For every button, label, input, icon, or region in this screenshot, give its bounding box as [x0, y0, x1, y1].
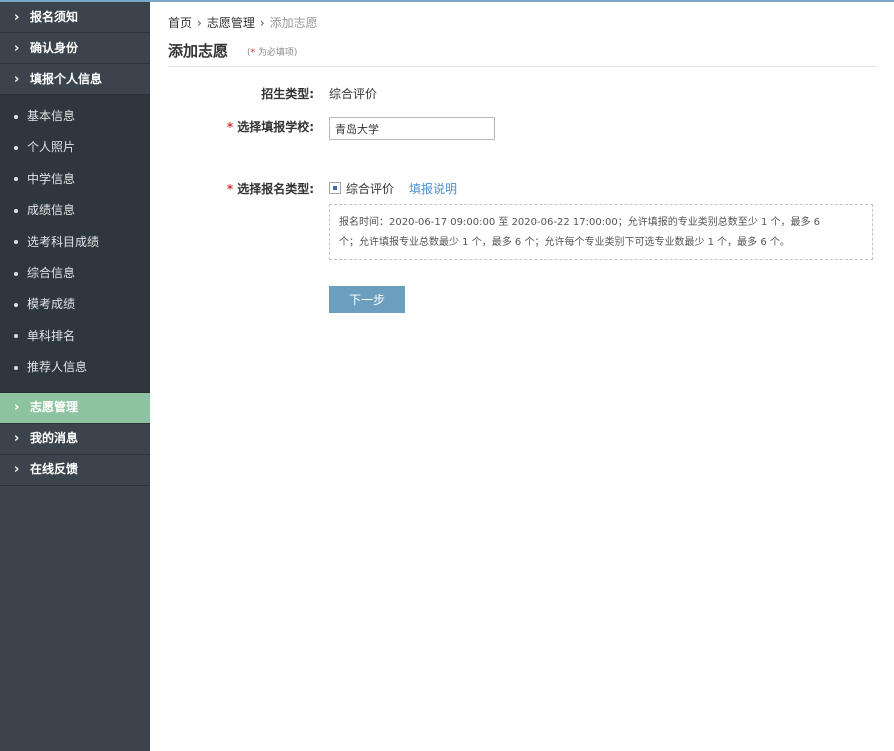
- main-content: 首页 › 志愿管理 › 添加志愿 添加志愿 (* 为必填项) 招生类型: 综合评价 * 选…: [150, 2, 894, 751]
- sidebar-subitem-label: 模考成绩: [27, 297, 76, 312]
- bullet-icon: [14, 146, 18, 151]
- bullet-icon: [14, 114, 18, 119]
- registration-notice-box: 报名时间：2020-06-17 09:00:00 至 2020-06-22 17…: [329, 204, 873, 260]
- sidebar: › 报名须知 › 确认身份 › 填报个人信息 基本信息 个人照片 中学信息 成绩…: [0, 2, 150, 751]
- chevron-right-icon: ›: [14, 462, 20, 478]
- page-title: 添加志愿: [168, 42, 229, 60]
- admission-type-label: 招生类型:: [261, 87, 314, 101]
- sidebar-subitem-comprehensive[interactable]: 综合信息: [0, 258, 150, 289]
- bullet-icon: [14, 271, 18, 276]
- sidebar-subitem-subject-rank[interactable]: 单科排名: [0, 321, 150, 352]
- chevron-right-icon: ›: [14, 9, 20, 25]
- sidebar-item-my-messages[interactable]: › 我的消息: [0, 424, 150, 455]
- sidebar-item-online-feedback[interactable]: › 在线反馈: [0, 455, 150, 486]
- bullet-icon: [14, 303, 18, 308]
- school-label: * 选择填报学校:: [164, 118, 314, 135]
- required-note: (* 为必填项): [247, 48, 298, 58]
- admission-type-value: 综合评价: [329, 87, 378, 101]
- required-star: *: [250, 48, 256, 58]
- sidebar-subitem-basic-info[interactable]: 基本信息: [0, 101, 150, 132]
- sidebar-subitem-grades[interactable]: 成绩信息: [0, 195, 150, 226]
- apply-type-radio[interactable]: [329, 182, 341, 194]
- sidebar-subitem-label: 单科排名: [27, 328, 76, 343]
- apply-type-option-label[interactable]: 综合评价: [346, 180, 394, 197]
- sidebar-subitem-label: 推荐人信息: [27, 360, 88, 375]
- sidebar-item-personal-info[interactable]: › 填报个人信息: [0, 64, 150, 95]
- chevron-right-icon: ›: [14, 40, 20, 56]
- sidebar-item-label: 报名须知: [30, 9, 79, 24]
- sidebar-subitem-photo[interactable]: 个人照片: [0, 132, 150, 163]
- notice-line: 报名时间：2020-06-17 09:00:00 至 2020-06-22 17…: [339, 217, 821, 228]
- chevron-right-icon: ›: [14, 400, 20, 416]
- sidebar-submenu: 基本信息 个人照片 中学信息 成绩信息 选考科目成绩 综合信息 模考成绩 单科排…: [0, 95, 150, 393]
- help-link[interactable]: 填报说明: [409, 180, 457, 197]
- sidebar-subitem-label: 综合信息: [27, 265, 76, 280]
- breadcrumb: 首页 › 志愿管理 › 添加志愿: [168, 14, 318, 31]
- sidebar-item-label: 在线反馈: [30, 462, 79, 477]
- sidebar-item-application-management[interactable]: › 志愿管理: [0, 392, 150, 424]
- sidebar-item-label: 确认身份: [30, 40, 79, 55]
- sidebar-subitem-elective-grades[interactable]: 选考科目成绩: [0, 227, 150, 258]
- sidebar-subitem-label: 选考科目成绩: [27, 234, 100, 249]
- breadcrumb-section[interactable]: 志愿管理: [207, 16, 255, 30]
- notice-line: 个；允许填报专业总数最少 1 个，最多 6 个；允许每个专业类别下可选专业数最少…: [339, 237, 790, 248]
- title-divider: [168, 66, 877, 67]
- required-star: *: [226, 182, 234, 196]
- school-label-text: 选择填报学校:: [237, 120, 314, 134]
- sidebar-subitem-label: 成绩信息: [27, 203, 76, 218]
- bullet-icon: [14, 177, 18, 182]
- apply-type-label-text: 选择报名类型:: [237, 182, 314, 196]
- breadcrumb-current: 添加志愿: [269, 16, 318, 30]
- sidebar-item-label: 我的消息: [30, 431, 79, 446]
- sidebar-subitem-referee[interactable]: 推荐人信息: [0, 352, 150, 383]
- breadcrumb-separator: ›: [197, 16, 202, 30]
- sidebar-item-label: 填报个人信息: [30, 71, 103, 86]
- bullet-icon: [14, 365, 18, 370]
- chevron-right-icon: ›: [14, 431, 20, 447]
- apply-type-label: * 选择报名类型:: [164, 180, 314, 197]
- bullet-icon: [14, 334, 18, 339]
- sidebar-item-confirm-identity[interactable]: › 确认身份: [0, 33, 150, 64]
- next-step-button[interactable]: 下一步: [329, 286, 405, 313]
- chevron-right-icon: ›: [14, 71, 20, 87]
- required-star: *: [226, 120, 234, 134]
- breadcrumb-separator: ›: [259, 16, 265, 30]
- breadcrumb-home[interactable]: 首页: [168, 16, 192, 30]
- sidebar-subitem-high-school[interactable]: 中学信息: [0, 164, 150, 195]
- required-note-text: 为必填项: [257, 48, 294, 58]
- bullet-icon: [14, 240, 18, 245]
- sidebar-item-label: 志愿管理: [30, 400, 79, 415]
- sidebar-subitem-mock-exam[interactable]: 模考成绩: [0, 289, 150, 320]
- sidebar-subitem-label: 中学信息: [27, 171, 76, 186]
- school-input[interactable]: [329, 117, 495, 140]
- bullet-icon: [14, 208, 18, 213]
- sidebar-item-registration-notice[interactable]: › 报名须知: [0, 2, 150, 33]
- sidebar-subitem-label: 个人照片: [27, 140, 76, 155]
- sidebar-subitem-label: 基本信息: [27, 109, 76, 123]
